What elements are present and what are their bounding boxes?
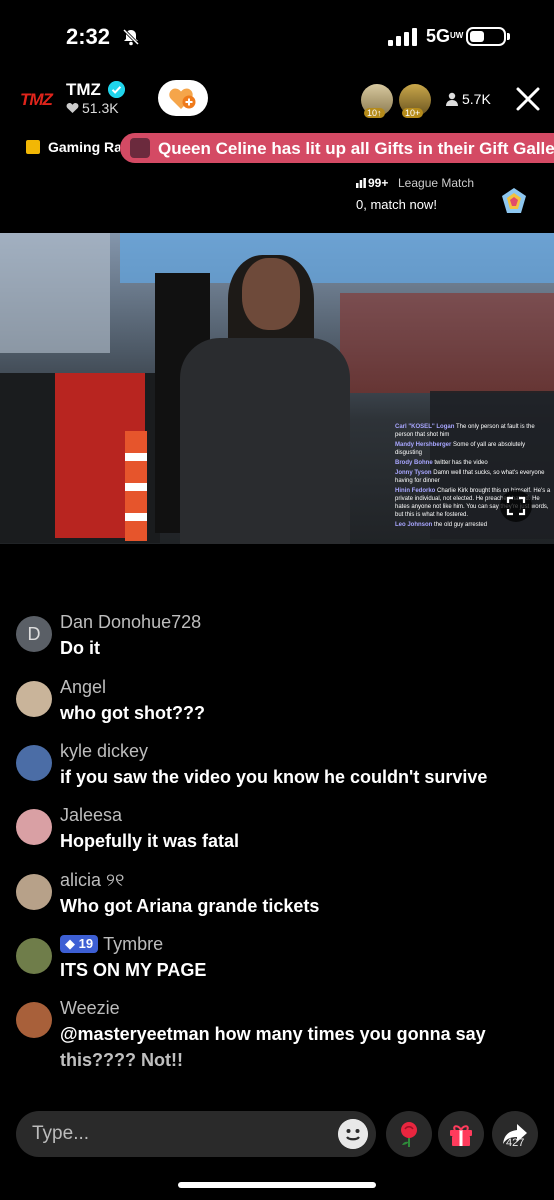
ranking-icon	[26, 140, 40, 154]
match-now-link[interactable]: 0, match now!	[356, 197, 437, 212]
avatar[interactable]	[16, 874, 52, 910]
host-logo[interactable]: TMZ	[20, 90, 53, 110]
gift-icon	[450, 1125, 472, 1146]
video-wall	[0, 233, 110, 353]
avatar[interactable]	[16, 745, 52, 781]
league-rank-count: 99+	[368, 176, 389, 190]
gift-button[interactable]	[438, 1111, 484, 1157]
viewer-count[interactable]: 5.7K	[462, 91, 491, 107]
comment-text: Who got Ariana grande tickets	[60, 896, 320, 916]
battery-icon	[466, 27, 506, 46]
video-chat-line: Jonny Tyson Damn well that sucks, so wha…	[395, 470, 545, 484]
video-chat-line: Leo Johnson the old guy arrested	[395, 522, 488, 528]
comment-text: Do it	[60, 638, 100, 658]
gift-gallery-icon	[130, 138, 150, 158]
verified-icon	[108, 81, 125, 98]
comment-username[interactable]: Dan Donohue728	[60, 612, 201, 633]
viewer-icon	[446, 92, 458, 106]
video-person-body	[180, 338, 350, 544]
comment-text: @masteryeetman how many times you gonna …	[60, 1024, 486, 1044]
comment-text-continued: this???? Not!!	[60, 1050, 183, 1070]
top-gifter-avatar-2[interactable]: 10+	[399, 84, 431, 118]
fan-level-badge: ◆ 19	[60, 935, 99, 953]
comment-username[interactable]: kyle dickey	[60, 741, 148, 762]
follow-button[interactable]	[158, 80, 208, 116]
avatar[interactable]	[16, 681, 52, 717]
comment-text: who got shot???	[60, 703, 205, 723]
comment-username[interactable]: Jaleesa	[60, 805, 122, 826]
battery-tip	[507, 33, 510, 40]
heart-plus-icon	[169, 88, 196, 109]
network-label: 5GUW	[426, 26, 464, 46]
bar-chart-icon	[356, 178, 366, 188]
comment-username[interactable]: Angel	[60, 677, 106, 698]
league-match-label[interactable]: League Match	[398, 176, 474, 190]
comment-text: if you saw the video you know he couldn'…	[60, 767, 488, 787]
comment-text: Hopefully it was fatal	[60, 831, 240, 851]
status-time: 2:32	[66, 24, 111, 49]
rose-gift-button[interactable]	[386, 1111, 432, 1157]
comment-input-placeholder[interactable]: Type...	[32, 1123, 89, 1145]
video-chat-line: Carl "KOSEL" Logan The only person at fa…	[395, 424, 535, 438]
video-person-head	[242, 258, 300, 330]
comment-username[interactable]: ◆ 19 Tymbre	[60, 934, 163, 955]
avatar[interactable]: D	[16, 616, 52, 652]
comment-username[interactable]: Weezie	[60, 998, 120, 1019]
avatar[interactable]	[16, 809, 52, 845]
comment-text: ITS ON MY PAGE	[60, 960, 207, 980]
close-icon[interactable]	[515, 86, 541, 112]
share-button[interactable]	[492, 1111, 538, 1157]
comment-username[interactable]: alicia ୨୧	[60, 870, 124, 891]
bell-muted-icon	[122, 28, 140, 46]
avatar[interactable]	[16, 938, 52, 974]
video-chat-line: Brody Bohne twitter has the video	[395, 460, 488, 466]
signal-icon	[388, 28, 417, 46]
top-gifter-avatar-1[interactable]: 10↑	[361, 84, 393, 118]
fullscreen-icon[interactable]	[500, 490, 532, 522]
emoji-icon[interactable]	[338, 1119, 368, 1149]
ranking-label[interactable]: Gaming Ra	[48, 139, 120, 155]
video-traffic-cone	[125, 431, 147, 541]
live-video[interactable]: Carl "KOSEL" Logan The only person at fa…	[0, 233, 554, 544]
share-count: 427	[506, 1137, 525, 1149]
avatar[interactable]	[16, 1002, 52, 1038]
video-chat-line: Mandy Hershberger Some of yall are absol…	[395, 442, 526, 456]
host-likes-count: 51.3K	[82, 100, 119, 116]
home-indicator[interactable]	[178, 1182, 376, 1188]
heart-icon	[66, 102, 79, 113]
league-gem-icon[interactable]	[499, 186, 529, 216]
gift-banner-text: Queen Celine has lit up all Gifts in the…	[158, 139, 554, 158]
rose-icon	[401, 1122, 417, 1147]
video-office	[340, 293, 554, 393]
host-name[interactable]: TMZ	[66, 80, 101, 100]
